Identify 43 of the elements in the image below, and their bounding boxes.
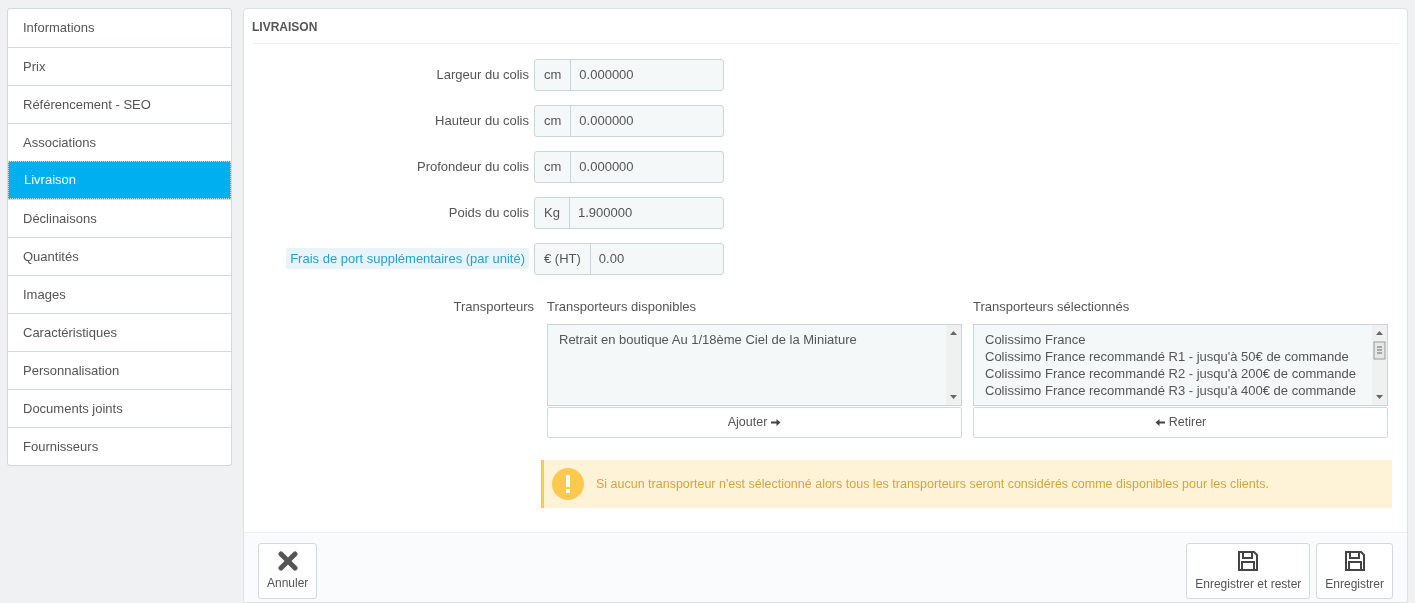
input-field[interactable]: cm 0.000000	[534, 150, 724, 183]
warning-icon	[552, 468, 584, 500]
sidebar-item[interactable]: Images	[8, 275, 231, 313]
carrier-list[interactable]: Retrait en boutique Au 1/18ème Ciel de la Miniature	[547, 324, 962, 406]
carrier-list[interactable]: Colissimo France Colissimo France recommandé R1 - jusqu'à 50€ de commande Colissimo France recommandé R2 - jusqu'à 200€ de commande Colissimo France recommandé R3 - jusqu'à 400€ de commande	[973, 324, 1388, 406]
field-label: Profondeur du colis	[417, 157, 529, 176]
panel-title: LIVRAISON	[252, 20, 318, 34]
sidebar-item[interactable]: Déclinaisons	[8, 199, 231, 237]
close-icon	[277, 550, 298, 571]
field-label: Transporteurs	[453, 297, 534, 316]
save-button[interactable]: Enregistrer et rester	[1186, 543, 1311, 599]
sidebar-item[interactable]: Prix	[8, 47, 231, 85]
sidebar-item[interactable]: Personnalisation	[8, 351, 231, 389]
sidebar-item[interactable]: Caractéristiques	[8, 313, 231, 351]
field-label: Largeur du colis	[436, 65, 529, 84]
list-title: Transporteurs sélectionnés	[973, 297, 1130, 316]
carrier-option[interactable]: Colissimo France recommandé R1 - jusqu'à 50€ de commande	[985, 348, 1349, 365]
cancel-button[interactable]: Annuler	[258, 543, 318, 599]
sidebar-item[interactable]: Référencement - SEO	[8, 85, 231, 123]
sidebar-item[interactable]: Documents joints	[8, 389, 231, 427]
remove-button[interactable]: Retirer	[973, 407, 1388, 438]
sidebar-item[interactable]: Fournisseurs	[8, 427, 231, 465]
sidebar-item[interactable]: Quantités	[8, 237, 231, 275]
carrier-option[interactable]: Retrait en boutique Au 1/18ème Ciel de la Miniature	[559, 331, 857, 348]
input-field[interactable]: € (HT) 0.00	[534, 242, 724, 275]
scrollbar[interactable]	[946, 325, 961, 405]
arrow-left-icon	[1154, 417, 1166, 428]
list-title: Transporteurs disponibles	[547, 297, 697, 316]
arrow-right-icon	[770, 417, 782, 428]
sidebar-item[interactable]: Informations	[8, 9, 231, 47]
field-label: Poids du colis	[448, 203, 529, 222]
add-button[interactable]: Ajouter	[547, 407, 962, 438]
carrier-option[interactable]: Colissimo France recommandé R3 - jusqu'à 400€ de commande	[985, 382, 1356, 399]
input-field[interactable]: cm 0.000000	[534, 104, 724, 137]
field-label: Frais de port supplémentaires (par unité)	[286, 247, 529, 270]
carrier-option[interactable]: Colissimo France recommandé R2 - jusqu'à 200€ de commande	[985, 365, 1356, 382]
scrollbar[interactable]	[1372, 325, 1387, 405]
save-button[interactable]: Enregistrer	[1316, 543, 1393, 599]
input-field[interactable]: cm 0.000000	[534, 58, 724, 91]
input-field[interactable]: Kg 1.900000	[534, 196, 724, 229]
field-label: Hauteur du colis	[435, 111, 529, 130]
warning-text: Si aucun transporteur n'est sélectionné alors tous les transporteurs seront considérés comme disponibles pour les clients.	[596, 475, 1269, 493]
carrier-option[interactable]: Colissimo France	[985, 331, 1086, 348]
